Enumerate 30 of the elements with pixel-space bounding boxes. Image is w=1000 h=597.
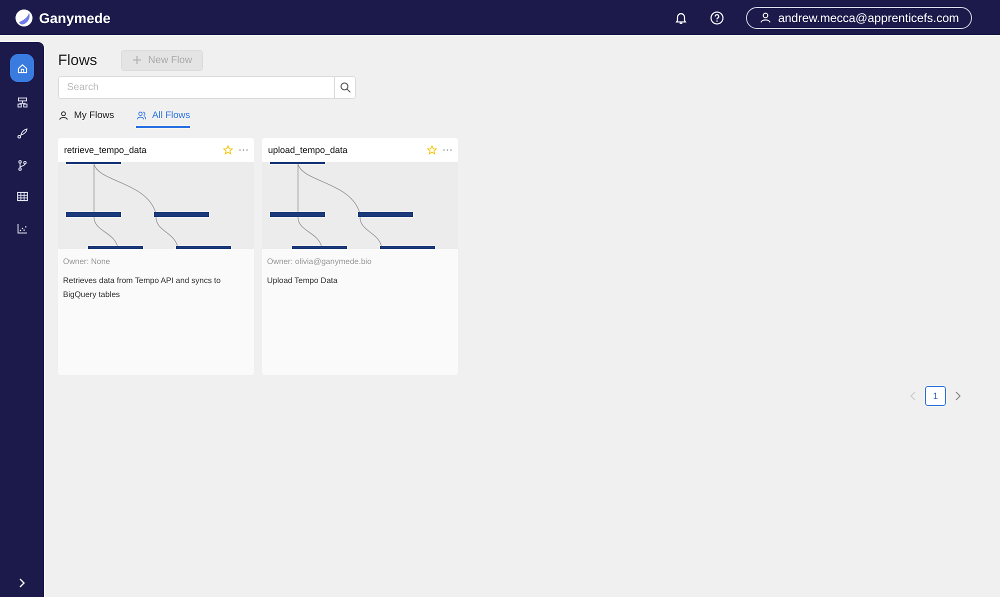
next-page-icon[interactable] bbox=[954, 391, 962, 401]
expand-chevron-icon[interactable] bbox=[17, 578, 27, 588]
more-options-icon[interactable] bbox=[239, 148, 248, 152]
chart-icon bbox=[16, 222, 28, 234]
sidebar-item[interactable] bbox=[10, 54, 34, 82]
flows-tab[interactable]: My Flows bbox=[58, 105, 114, 128]
page-title: Flows bbox=[58, 52, 98, 68]
flow-description: Retrieves data from Tempo API and syncs to BigQuery tables bbox=[62, 275, 222, 301]
help-icon[interactable] bbox=[710, 10, 724, 24]
user-account-button[interactable]: andrew.mecca@apprenticefs.com bbox=[746, 6, 972, 28]
hierarchy-icon bbox=[16, 96, 28, 108]
flow-owner: Owner: None bbox=[62, 256, 112, 266]
app-name: Ganymede bbox=[39, 10, 111, 26]
logo-icon bbox=[15, 8, 33, 26]
user-icon bbox=[58, 110, 69, 121]
page-number[interactable]: 1 bbox=[925, 386, 946, 406]
table-icon bbox=[16, 190, 28, 203]
branch-icon bbox=[16, 158, 28, 172]
users-icon bbox=[136, 110, 148, 121]
home-icon bbox=[16, 62, 28, 74]
search-field[interactable]: Search bbox=[58, 76, 356, 99]
flow-owner: Owner: olivia@ganymede.bio bbox=[266, 256, 373, 266]
star-icon[interactable] bbox=[223, 145, 233, 155]
flow-description: Upload Tempo Data bbox=[266, 275, 339, 287]
notification-bell-icon[interactable] bbox=[674, 10, 688, 24]
star-icon[interactable] bbox=[427, 145, 437, 155]
plus-icon bbox=[132, 55, 142, 65]
flows-tab[interactable]: All Flows bbox=[136, 105, 190, 128]
user-icon bbox=[759, 11, 772, 24]
more-options-icon[interactable] bbox=[443, 148, 452, 152]
